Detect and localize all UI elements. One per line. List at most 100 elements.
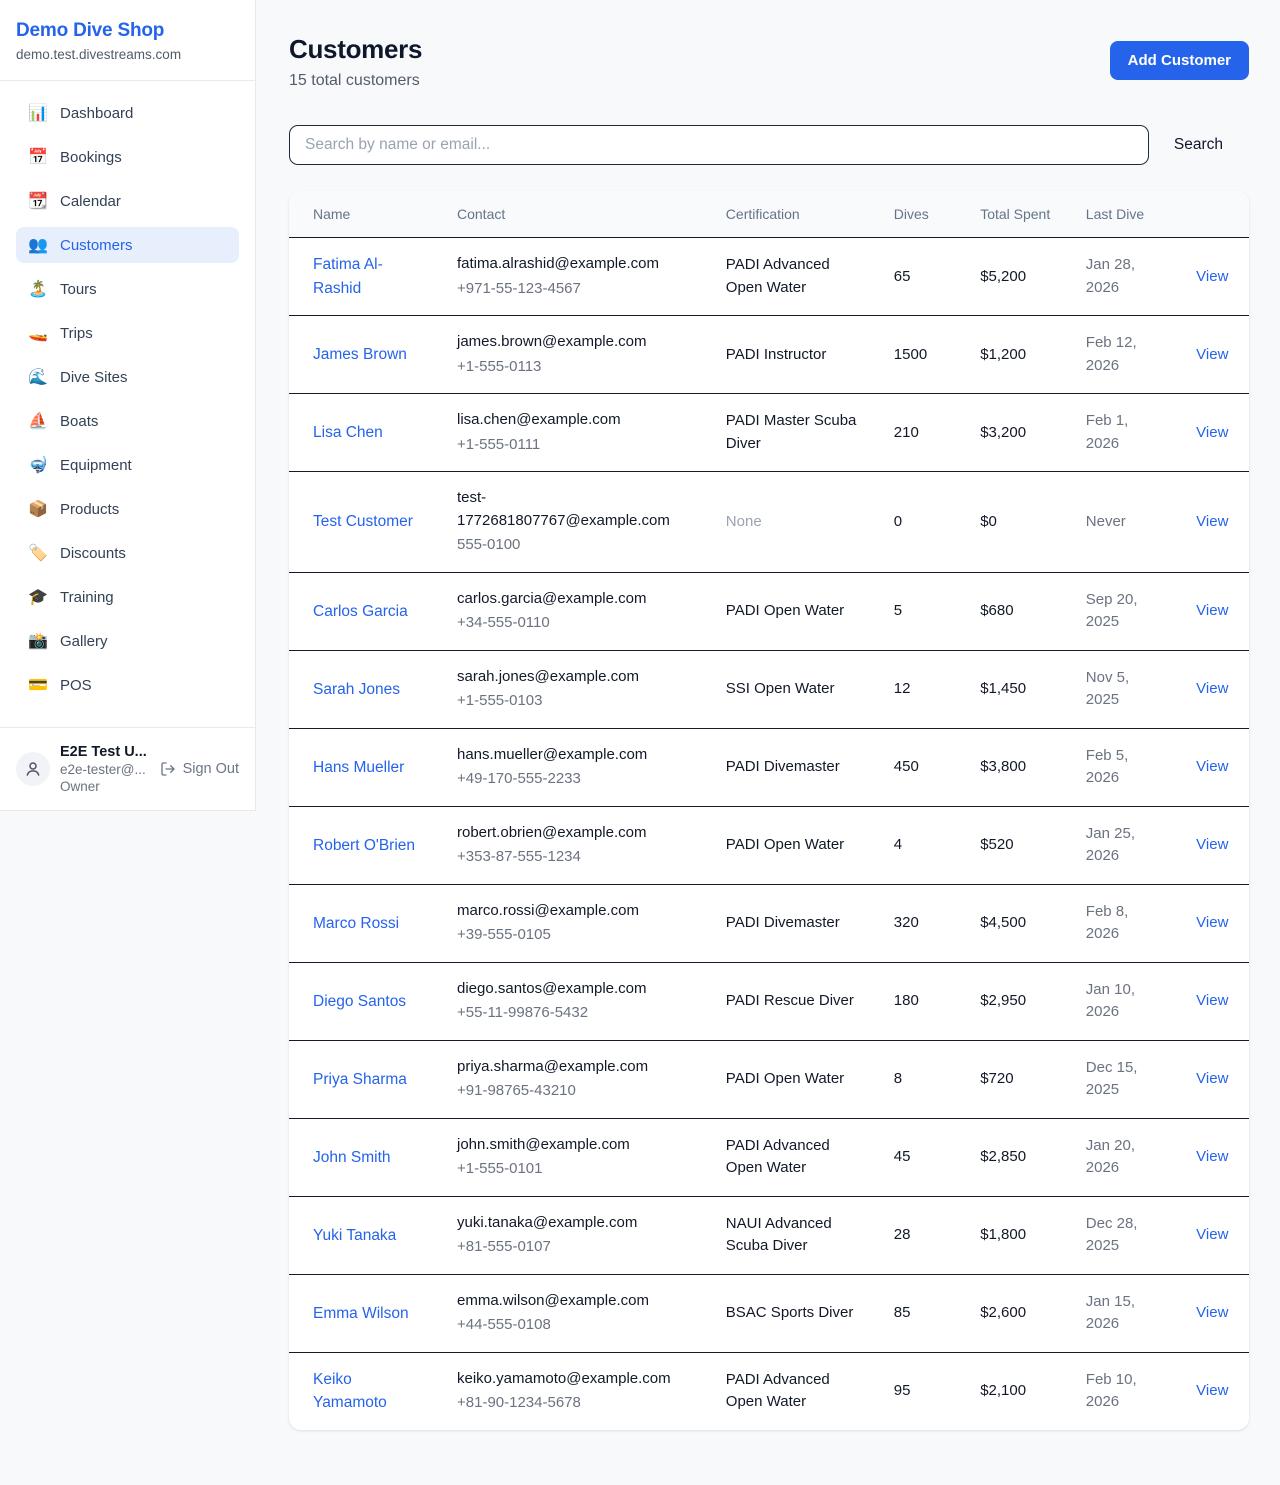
- sidebar-user-footer: E2E Test U... e2e-tester@... Owner Sign …: [0, 727, 255, 810]
- sidebar-item-products[interactable]: 📦 Products: [16, 491, 239, 527]
- customer-dives: 180: [894, 992, 919, 1009]
- customer-name-link[interactable]: John Smith: [313, 1149, 391, 1166]
- customer-total-spent: $0: [980, 513, 997, 530]
- view-link[interactable]: View: [1196, 758, 1228, 775]
- customer-name-link[interactable]: Diego Santos: [313, 993, 406, 1010]
- sidebar-item-bookings[interactable]: 📅 Bookings: [16, 139, 239, 175]
- sidebar-item-training[interactable]: 🎓 Training: [16, 579, 239, 615]
- customer-dives: 1500: [894, 346, 927, 363]
- view-link[interactable]: View: [1196, 602, 1228, 619]
- sidebar-item-icon: 🏝️: [28, 279, 48, 299]
- customer-certification: BSAC Sports Diver: [726, 1304, 854, 1321]
- customer-certification: SSI Open Water: [726, 680, 835, 697]
- search-input[interactable]: [289, 125, 1149, 165]
- customer-total-spent: $1,450: [980, 680, 1026, 697]
- user-avatar-icon: [16, 752, 50, 786]
- view-link[interactable]: View: [1196, 1070, 1228, 1087]
- customer-dives: 4: [894, 836, 902, 853]
- user-email: e2e-tester@...: [60, 762, 147, 777]
- view-link[interactable]: View: [1196, 1226, 1228, 1243]
- add-customer-button[interactable]: Add Customer: [1110, 41, 1249, 80]
- customer-last-dive: Never: [1086, 513, 1126, 530]
- view-link[interactable]: View: [1196, 680, 1228, 697]
- customer-dives: 85: [894, 1304, 911, 1321]
- sidebar-item-dashboard[interactable]: 📊 Dashboard: [16, 95, 239, 131]
- column-header-total-spent: Total Spent: [956, 191, 1062, 238]
- sidebar-item-label: Boats: [60, 413, 98, 430]
- customer-email: priya.sharma@example.com: [457, 1056, 692, 1079]
- customer-dives: 95: [894, 1382, 911, 1399]
- customer-name-link[interactable]: Marco Rossi: [313, 915, 399, 932]
- customer-phone: +1-555-0103: [457, 690, 692, 713]
- customer-name-link[interactable]: Sarah Jones: [313, 681, 400, 698]
- table-header-row: Name Contact Certification Dives Total S…: [289, 191, 1249, 238]
- customer-certification: PADI Instructor: [726, 346, 827, 363]
- customer-name-link[interactable]: Yuki Tanaka: [313, 1227, 396, 1244]
- customer-name-link[interactable]: Hans Mueller: [313, 759, 404, 776]
- view-link[interactable]: View: [1196, 992, 1228, 1009]
- customer-name-link[interactable]: Robert O'Brien: [313, 837, 415, 854]
- sidebar-item-trips[interactable]: 🚤 Trips: [16, 315, 239, 351]
- customer-last-dive: Feb 1, 2026: [1086, 412, 1129, 452]
- customer-total-spent: $2,950: [980, 992, 1026, 1009]
- customer-name-link[interactable]: Lisa Chen: [313, 424, 383, 441]
- customer-email: fatima.alrashid@example.com: [457, 253, 692, 276]
- view-link[interactable]: View: [1196, 914, 1228, 931]
- view-link[interactable]: View: [1196, 424, 1228, 441]
- sidebar: Demo Dive Shop demo.test.divestreams.com…: [0, 0, 256, 811]
- sidebar-item-icon: 💳: [28, 675, 48, 695]
- customer-name-link[interactable]: Fatima Al-Rashid: [313, 256, 383, 297]
- customer-certification: PADI Advanced Open Water: [726, 256, 830, 296]
- customer-name-link[interactable]: Test Customer: [313, 513, 413, 530]
- customer-name-link[interactable]: Keiko Yamamoto: [313, 1371, 387, 1412]
- customer-name-link[interactable]: Carlos Garcia: [313, 603, 408, 620]
- view-link[interactable]: View: [1196, 513, 1228, 530]
- sidebar-item-dive-sites[interactable]: 🌊 Dive Sites: [16, 359, 239, 395]
- sidebar-item-label: Dive Sites: [60, 369, 128, 386]
- customer-name-link[interactable]: Emma Wilson: [313, 1305, 409, 1322]
- customer-certification: PADI Advanced Open Water: [726, 1137, 830, 1177]
- sidebar-item-label: Equipment: [60, 457, 132, 474]
- customer-name-link[interactable]: Priya Sharma: [313, 1071, 407, 1088]
- customer-certification: PADI Divemaster: [726, 758, 840, 775]
- shop-domain: demo.test.divestreams.com: [16, 47, 239, 62]
- table-row: Sarah Jones sarah.jones@example.com +1-5…: [289, 650, 1249, 728]
- view-link[interactable]: View: [1196, 268, 1228, 285]
- view-link[interactable]: View: [1196, 1382, 1228, 1399]
- sidebar-item-customers[interactable]: 👥 Customers: [16, 227, 239, 263]
- view-link[interactable]: View: [1196, 346, 1228, 363]
- customer-total-spent: $5,200: [980, 268, 1026, 285]
- customer-certification: PADI Open Water: [726, 836, 844, 853]
- customer-certification: None: [726, 513, 762, 530]
- sidebar-item-icon: 🚤: [28, 323, 48, 343]
- sidebar-item-boats[interactable]: ⛵ Boats: [16, 403, 239, 439]
- sidebar-item-gallery[interactable]: 📸 Gallery: [16, 623, 239, 659]
- sidebar-item-pos[interactable]: 💳 POS: [16, 667, 239, 703]
- customer-last-dive: Feb 12, 2026: [1086, 334, 1137, 374]
- sidebar-item-tours[interactable]: 🏝️ Tours: [16, 271, 239, 307]
- sidebar-item-discounts[interactable]: 🏷️ Discounts: [16, 535, 239, 571]
- customer-certification: PADI Open Water: [726, 602, 844, 619]
- customer-last-dive: Sep 20, 2025: [1086, 591, 1138, 631]
- sign-out-button[interactable]: Sign Out: [160, 761, 239, 777]
- customer-total-spent: $3,800: [980, 758, 1026, 775]
- table-row: Carlos Garcia carlos.garcia@example.com …: [289, 572, 1249, 650]
- sidebar-item-equipment[interactable]: 🤿 Equipment: [16, 447, 239, 483]
- customer-last-dive: Feb 8, 2026: [1086, 903, 1129, 943]
- customer-last-dive: Jan 20, 2026: [1086, 1137, 1135, 1177]
- customer-phone: +1-555-0111: [457, 434, 692, 457]
- customer-last-dive: Dec 28, 2025: [1086, 1215, 1138, 1255]
- view-link[interactable]: View: [1196, 1304, 1228, 1321]
- search-button[interactable]: Search: [1149, 136, 1249, 154]
- customer-email: hans.mueller@example.com: [457, 744, 692, 767]
- view-link[interactable]: View: [1196, 1148, 1228, 1165]
- sidebar-item-label: Customers: [60, 237, 133, 254]
- customer-last-dive: Jan 10, 2026: [1086, 981, 1135, 1021]
- customer-name-link[interactable]: James Brown: [313, 346, 407, 363]
- customer-email: diego.santos@example.com: [457, 978, 692, 1001]
- view-link[interactable]: View: [1196, 836, 1228, 853]
- customer-phone: +34-555-0110: [457, 612, 692, 635]
- sidebar-item-label: Tours: [60, 281, 97, 298]
- page-header: Customers 15 total customers Add Custome…: [289, 34, 1249, 90]
- sidebar-item-calendar[interactable]: 📆 Calendar: [16, 183, 239, 219]
